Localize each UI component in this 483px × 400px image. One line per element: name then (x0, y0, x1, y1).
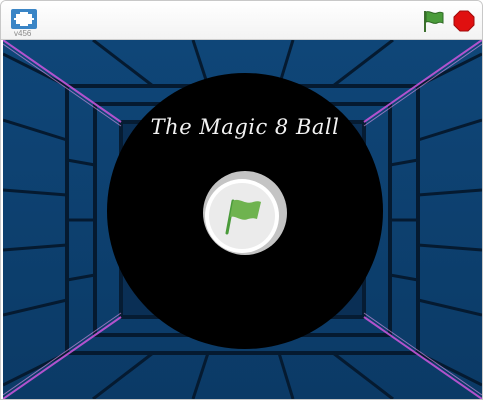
fullscreen-button[interactable] (10, 8, 38, 30)
stage[interactable]: The Magic 8 Ball (3, 40, 482, 399)
stop-button[interactable] (453, 10, 475, 32)
player-controls-bar: v456 (1, 1, 482, 40)
green-flag-button[interactable] (421, 9, 445, 33)
stage-title: The Magic 8 Ball (150, 115, 340, 139)
fullscreen-icon (11, 9, 37, 29)
project-player: v456 The Magic 8 Ball (0, 0, 483, 400)
stop-sign-icon (453, 10, 475, 32)
start-flag-button[interactable] (203, 171, 287, 255)
version-label: v456 (14, 29, 32, 38)
green-flag-icon (424, 11, 444, 32)
green-flag-icon (225, 199, 261, 235)
